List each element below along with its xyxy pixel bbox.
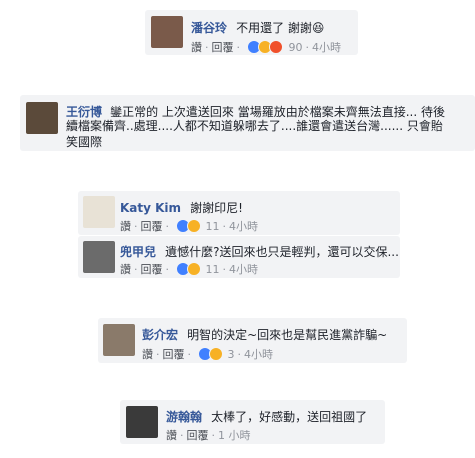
comment-card: 彭介宏 明智的決定~回來也是幫民進黨詐騙~ 讚 · 回覆 · 3 · 4小時	[98, 318, 407, 363]
reply-button[interactable]: 回覆	[212, 41, 234, 54]
haha-reaction-icon	[208, 347, 223, 361]
reply-button[interactable]: 回覆	[141, 263, 163, 276]
comment-text: 太棒了，好感動，送回祖國了	[211, 410, 368, 424]
timestamp[interactable]: 4小時	[229, 263, 258, 276]
reply-button[interactable]: 回覆	[163, 348, 185, 361]
reply-button[interactable]: 回覆	[141, 220, 163, 233]
wow-reaction-icon	[186, 262, 201, 276]
comment-author[interactable]: 彭介宏	[142, 328, 178, 342]
avatar[interactable]	[26, 102, 58, 134]
comment-text-line-3: 笑國際	[66, 135, 103, 149]
timestamp[interactable]: 1 小時	[218, 429, 251, 442]
reaction-count[interactable]: 3	[228, 348, 235, 361]
avatar[interactable]	[151, 16, 183, 48]
comment-text: 明智的決定~回來也是幫民進黨詐騙~	[187, 328, 388, 342]
like-button[interactable]: 讚	[120, 263, 131, 276]
comment-card: Katy Kim 謝謝印尼! 讚 · 回覆 · 11 · 4小時	[78, 191, 400, 235]
comment-text: 遺憾什麼?送回來也只是輕判，還可以交保.....	[165, 245, 400, 259]
like-button[interactable]: 讚	[166, 429, 177, 442]
comment-text: 謝謝印尼!	[190, 201, 243, 215]
comment-author[interactable]: 潘谷玲	[191, 21, 227, 35]
reaction-icons[interactable]	[175, 262, 204, 276]
comment-text-line-2: 續檔案備齊..處理....人都不知道躲哪去了....誰還會遣送台灣...... …	[66, 119, 443, 133]
comment-card: 游翰翰 太棒了，好感動，送回祖國了 讚 · 回覆 · 1 小時	[120, 400, 385, 444]
timestamp[interactable]: 4小時	[229, 220, 258, 233]
comment-text: 不用還了 謝謝😆	[236, 21, 325, 35]
avatar[interactable]	[83, 196, 115, 228]
haha-reaction-icon	[186, 219, 201, 233]
like-button[interactable]: 讚	[191, 41, 202, 54]
reaction-icons[interactable]	[197, 347, 226, 361]
angry-reaction-icon	[268, 40, 283, 54]
comment-card: 王衍博 鑾正常的 上次遣送回來 當場羅放由於檔案未齊無法直接... 待後 續檔案…	[20, 95, 475, 151]
comment-author[interactable]: 兜甲兒	[120, 245, 156, 259]
comment-author[interactable]: Katy Kim	[120, 201, 181, 215]
reaction-icons[interactable]	[246, 40, 287, 54]
timestamp[interactable]: 4小時	[312, 41, 341, 54]
avatar[interactable]	[126, 406, 158, 438]
reaction-count[interactable]: 11	[206, 220, 220, 233]
like-button[interactable]: 讚	[142, 348, 153, 361]
reaction-count[interactable]: 11	[206, 263, 220, 276]
comment-card: 潘谷玲 不用還了 謝謝😆 讚 · 回覆 · 90 · 4小時	[145, 10, 358, 55]
reaction-count[interactable]: 90	[289, 41, 303, 54]
reaction-icons[interactable]	[175, 219, 204, 233]
avatar[interactable]	[103, 324, 135, 356]
like-button[interactable]: 讚	[120, 220, 131, 233]
reply-button[interactable]: 回覆	[187, 429, 209, 442]
comment-author[interactable]: 游翰翰	[166, 410, 202, 424]
timestamp[interactable]: 4小時	[244, 348, 273, 361]
comment-card: 兜甲兒 遺憾什麼?送回來也只是輕判，還可以交保..... 讚 · 回覆 · 11 · 4小…	[78, 236, 400, 278]
avatar[interactable]	[83, 241, 115, 273]
